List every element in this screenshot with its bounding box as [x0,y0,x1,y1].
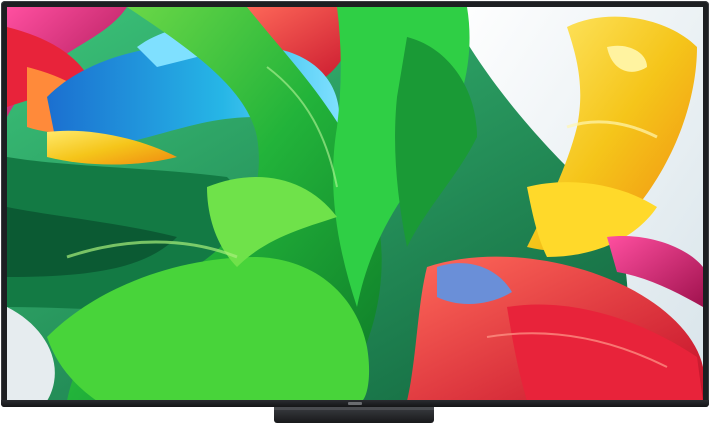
tv-screen [7,7,703,401]
tv-stand-top [274,407,434,410]
paint-swirl-wallpaper [7,7,703,401]
brand-logo [348,402,362,405]
tv-icon [1,1,709,407]
